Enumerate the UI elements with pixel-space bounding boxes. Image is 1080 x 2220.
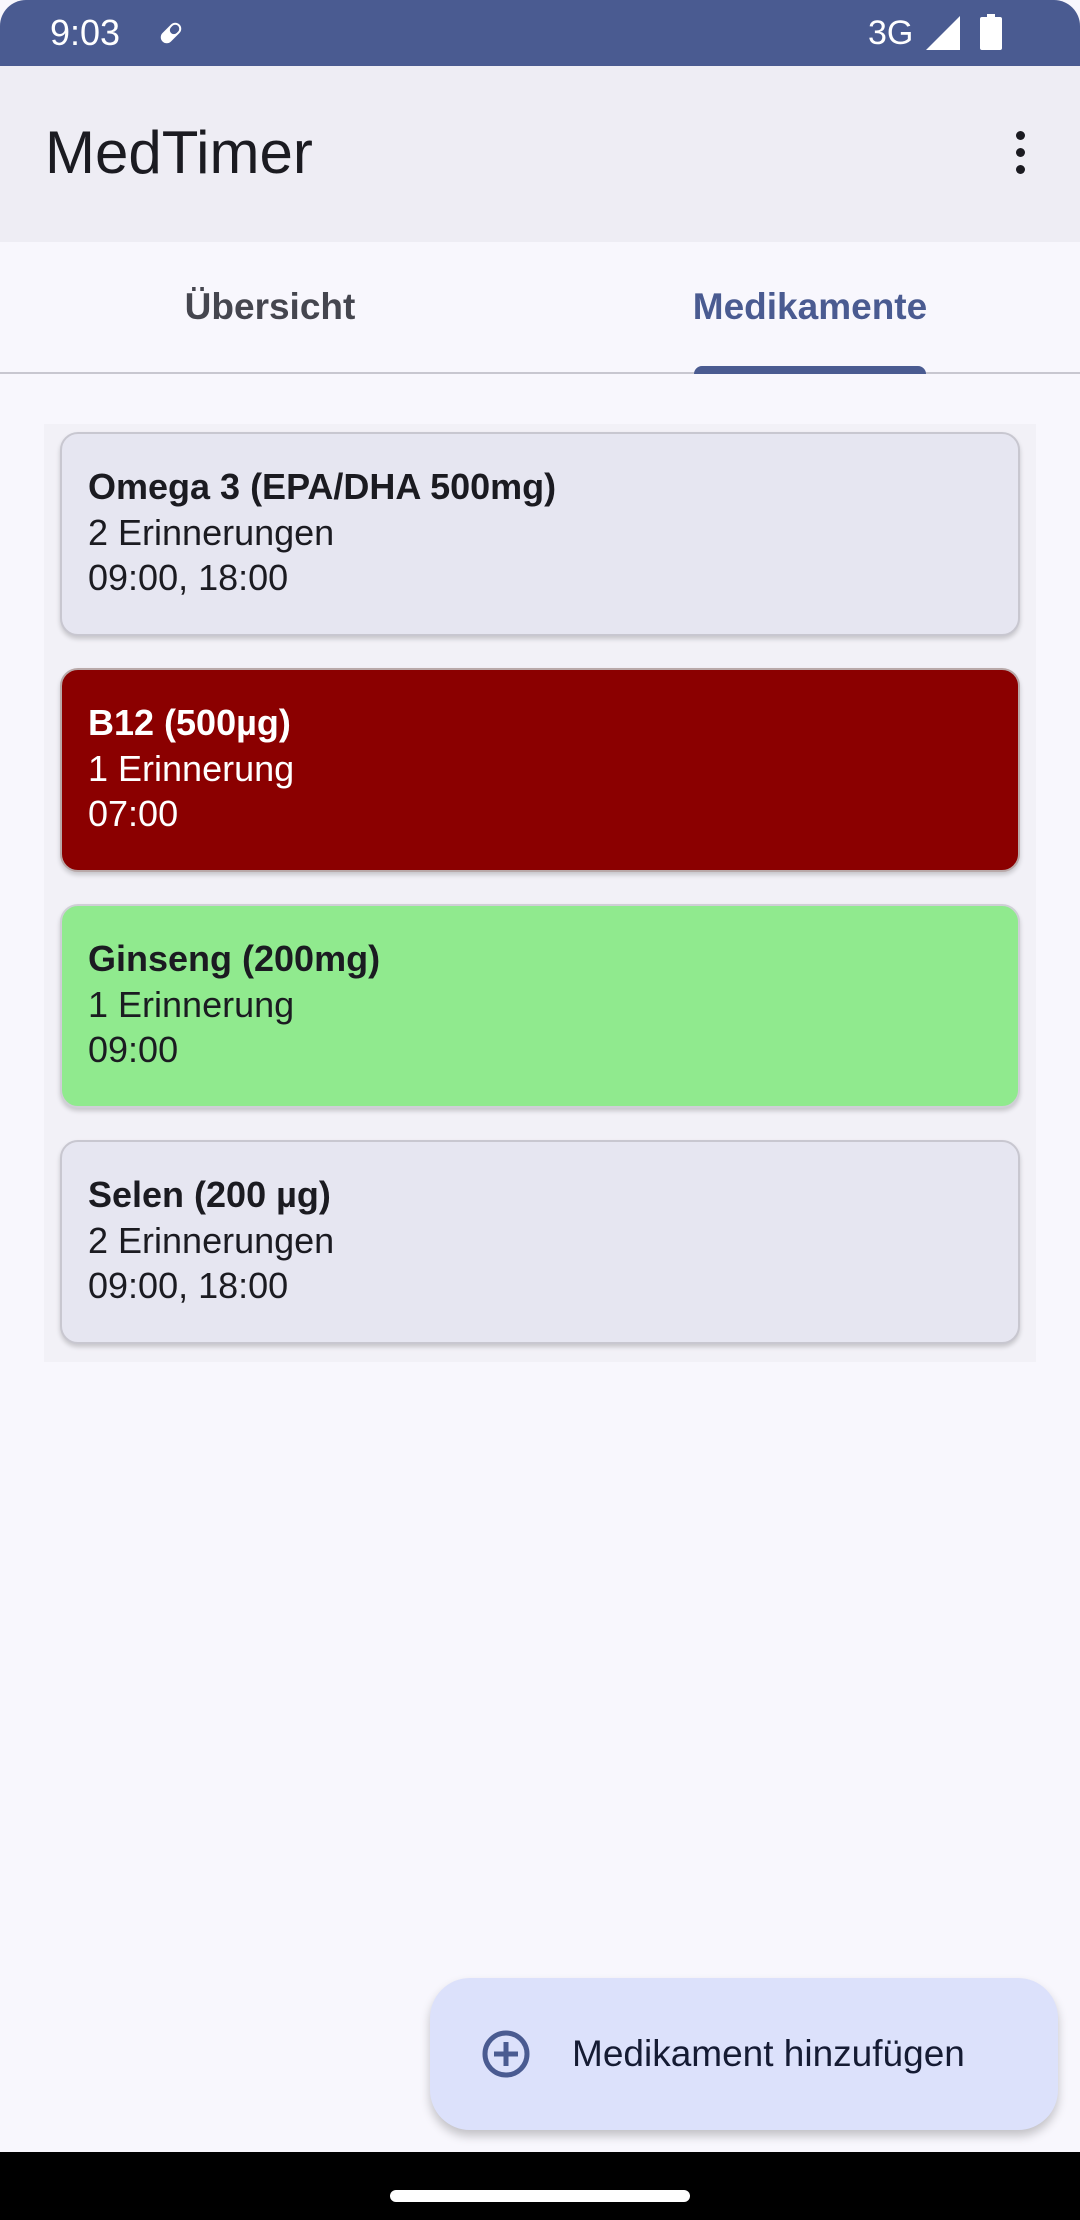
battery-icon (980, 14, 1002, 50)
medicine-name: B12 (500µg) (88, 702, 291, 743)
reminder-count: 2 Erinnerungen (88, 512, 335, 553)
medicine-name: Omega 3 (EPA/DHA 500mg) (88, 466, 557, 507)
tab-indicator (694, 366, 926, 374)
tab-medicines[interactable]: Medikamente (540, 242, 1080, 372)
add-medicine-button[interactable]: Medikament hinzufügen (430, 1978, 1058, 2130)
screen: 9:03 3G MedTimer Übersicht Medikamente O… (0, 0, 1080, 2220)
signal-icon (926, 16, 960, 50)
reminder-count: 1 Erinnerung (88, 984, 295, 1025)
more-vert-icon[interactable] (990, 122, 1050, 182)
network-type: 3G (868, 14, 914, 52)
menu-dot (1015, 130, 1025, 140)
reminder-count: 2 Erinnerungen (88, 1220, 335, 1261)
medicine-card-ginseng[interactable]: Ginseng (200mg) 1 Erinnerung 09:00 (60, 904, 1020, 1108)
app-bar: MedTimer (0, 66, 1080, 242)
tab-bar: Übersicht Medikamente (0, 242, 1080, 374)
reminder-times: 09:00, 18:00 (88, 557, 289, 598)
medicine-card-b12[interactable]: B12 (500µg) 1 Erinnerung 07:00 (60, 668, 1020, 872)
tab-overview[interactable]: Übersicht (0, 242, 540, 372)
app-title: MedTimer (45, 119, 313, 186)
navigation-bar (0, 2152, 1080, 2220)
menu-dot (1015, 147, 1025, 157)
reminder-times: 07:00 (88, 793, 179, 834)
reminder-times: 09:00, 18:00 (88, 1265, 289, 1306)
status-time: 9:03 (50, 12, 121, 53)
medicine-card-selen[interactable]: Selen (200 µg) 2 Erinnerungen 09:00, 18:… (60, 1140, 1020, 1344)
add-circle-icon (482, 2030, 530, 2078)
medicine-card-omega3[interactable]: Omega 3 (EPA/DHA 500mg) 2 Erinnerungen 0… (60, 432, 1020, 636)
home-handle[interactable] (390, 2190, 690, 2202)
menu-dot (1015, 164, 1025, 174)
medicine-name: Ginseng (200mg) (88, 938, 381, 979)
reminder-times: 09:00 (88, 1029, 179, 1070)
pill-icon (160, 22, 182, 44)
medicine-name: Selen (200 µg) (88, 1174, 331, 1215)
status-bar: 9:03 3G (0, 0, 1080, 66)
reminder-count: 1 Erinnerung (88, 748, 295, 789)
add-medicine-label: Medikament hinzufügen (572, 2033, 965, 2074)
